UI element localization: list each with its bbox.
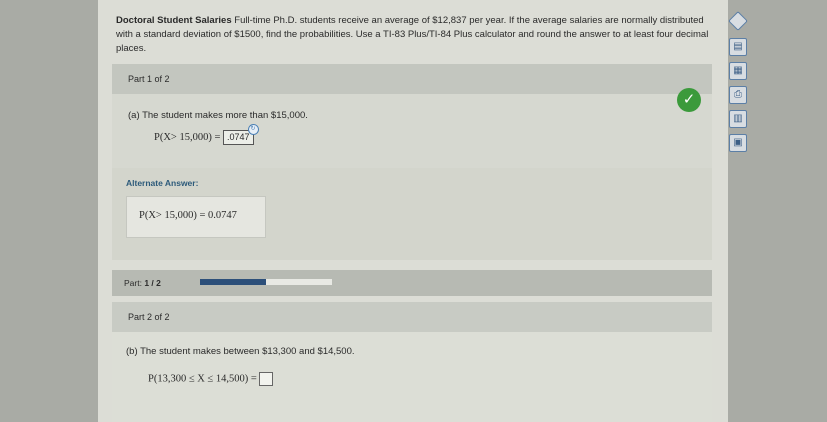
part1-answer-field[interactable]: .0747 ↻ (223, 124, 259, 145)
problem-title: Doctoral Student Salaries (116, 15, 232, 26)
part1-question: (a) The student makes more than $15,000. (128, 110, 308, 121)
progress-bar (200, 279, 332, 285)
printer-icon[interactable]: ⎙ (729, 86, 747, 104)
part2-answer-row: P(13,300 ≤ X ≤ 14,500) = (148, 372, 274, 386)
table-icon[interactable]: ▣ (729, 134, 747, 152)
calculator-icon[interactable]: ▦ (729, 62, 747, 80)
progress-fill (200, 279, 266, 285)
part1-body: (a) The student makes more than $15,000.… (112, 94, 712, 168)
progress-value: 1 / 2 (144, 278, 161, 288)
problem-statement: Doctoral Student Salaries Full-time Ph.D… (116, 14, 720, 56)
tool-sidebar: ▤ ▦ ⎙ ▥ ▣ (726, 10, 750, 158)
print-icon[interactable]: ▤ (729, 38, 747, 56)
alternate-answer-section: Alternate Answer: P(X> 15,000) = 0.0747 (112, 168, 712, 260)
refresh-icon[interactable]: ↻ (247, 124, 259, 135)
part1-expression: P(X> 15,000) = (154, 132, 221, 144)
diamond-icon[interactable] (728, 11, 748, 31)
part1-answer-value: .0747 (227, 132, 250, 142)
progress-label: Part: 1 / 2 (124, 278, 161, 288)
part2-question: (b) The student makes between $13,300 an… (126, 346, 355, 357)
check-icon: ✓ (677, 88, 701, 112)
alternate-answer-text: P(X> 15,000) = 0.0747 (139, 210, 237, 221)
part2-expression: P(13,300 ≤ X ≤ 14,500) = (148, 373, 257, 385)
part1-header: Part 1 of 2 (112, 64, 712, 94)
alternate-answer-label: Alternate Answer: (126, 178, 199, 188)
part1-answer-row: P(X> 15,000) = .0747 ↻ (154, 124, 259, 145)
alternate-answer-box: P(X> 15,000) = 0.0747 (126, 196, 266, 238)
chart-icon[interactable]: ▥ (729, 110, 747, 128)
problem-page: Doctoral Student Salaries Full-time Ph.D… (98, 0, 728, 422)
part2-header: Part 2 of 2 (112, 302, 712, 332)
part2-body: (b) The student makes between $13,300 an… (112, 332, 712, 422)
part2-answer-field[interactable] (259, 372, 274, 386)
part-progress: Part: 1 / 2 (112, 270, 712, 296)
